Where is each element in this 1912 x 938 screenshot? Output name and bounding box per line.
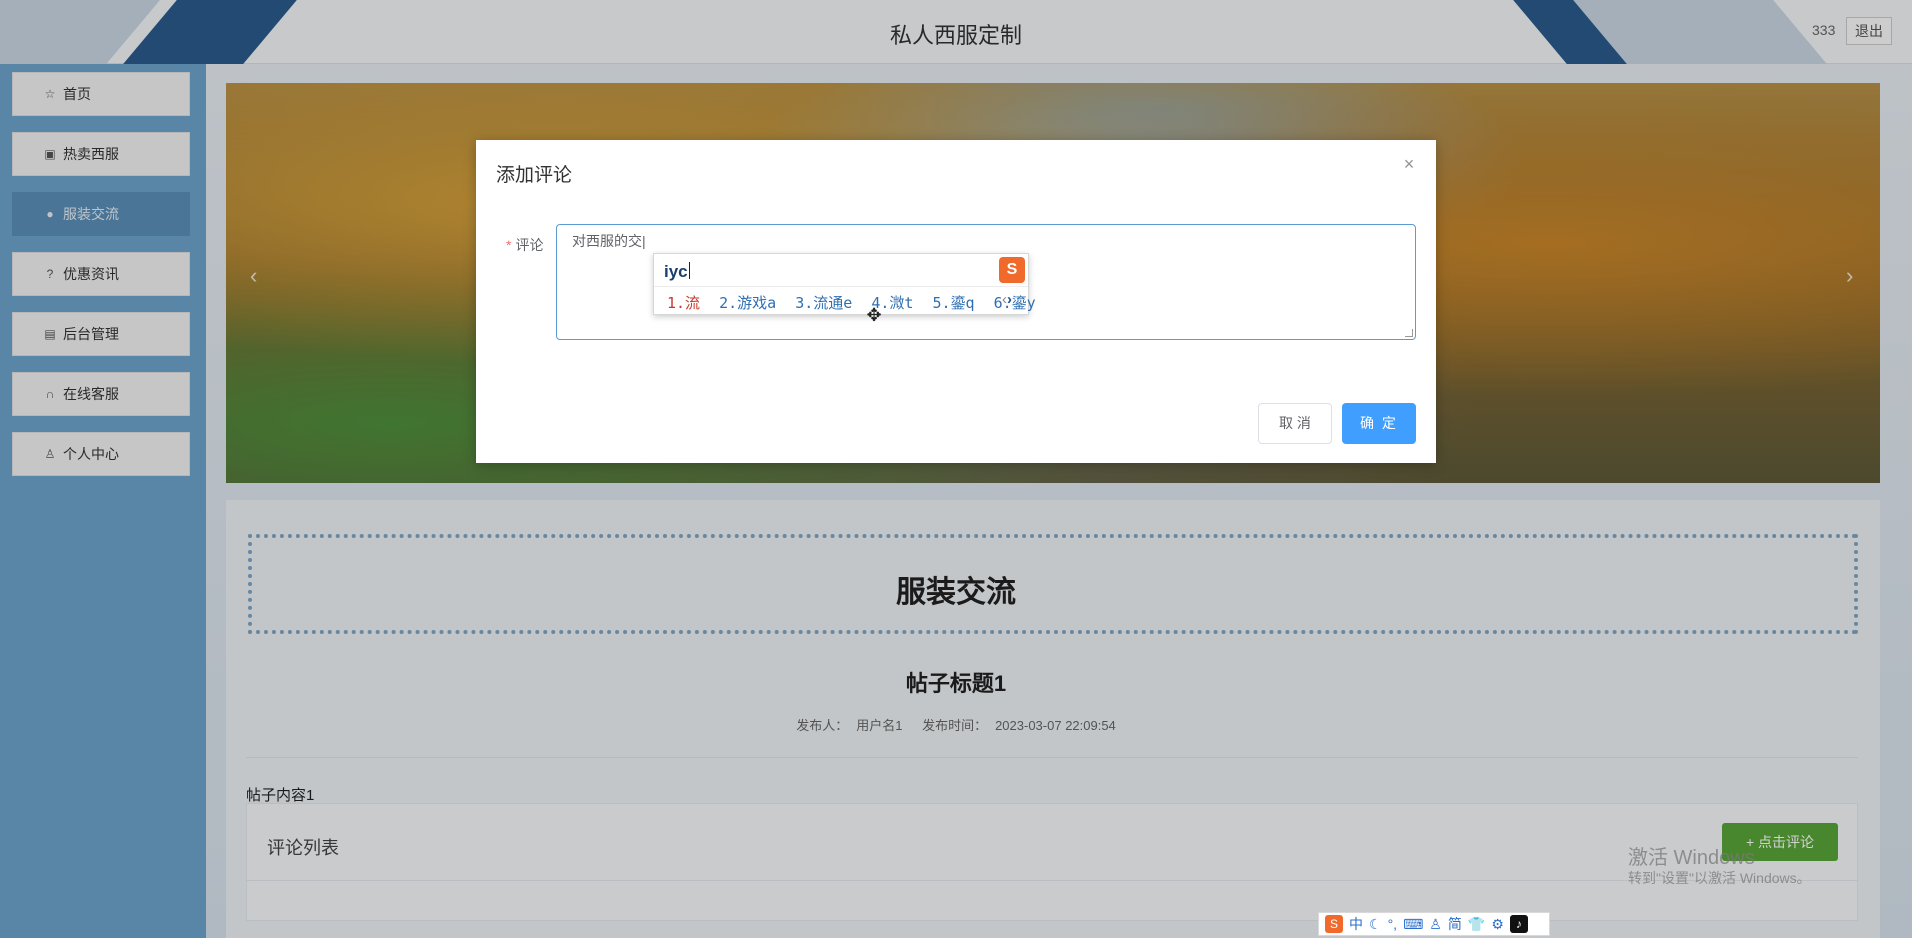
ime-candidate-list: 1.流 2.游戏a 3.流通e 4.溦t 5.鎏q 6.鎏y (667, 292, 1046, 313)
simplified-icon[interactable]: 简 (1448, 915, 1462, 933)
gear-icon[interactable]: ⚙ (1491, 915, 1504, 933)
ime-candidate[interactable]: 1.流 (667, 294, 700, 312)
cancel-button[interactable]: 取 消 (1258, 403, 1332, 444)
sogou-logo-icon[interactable]: S (1325, 915, 1343, 933)
confirm-button[interactable]: 确 定 (1342, 403, 1416, 444)
text-caret (688, 262, 690, 279)
ime-candidate[interactable]: 6.鎏y (994, 294, 1036, 312)
user-icon[interactable]: ♙ (1429, 915, 1442, 933)
ime-composition: iyc (664, 262, 690, 282)
windows-activation-watermark: 激活 Windows (1628, 847, 1755, 869)
move-cursor-icon: ✥ (866, 305, 882, 325)
ime-candidate[interactable]: 5.鎏q (932, 294, 974, 312)
sogou-logo-icon[interactable]: S (999, 257, 1025, 283)
moon-icon[interactable]: ☾ (1369, 915, 1382, 933)
shirt-icon[interactable]: 👕 (1468, 915, 1485, 933)
ime-status-bar: S 中 ☾ °, ⌨ ♙ 简 👕 ⚙ ♪ (1318, 912, 1550, 936)
ime-candidate[interactable]: 3.流通e (795, 294, 852, 312)
close-icon[interactable]: × (1399, 154, 1419, 174)
chevron-right-icon[interactable]: › (1007, 291, 1012, 308)
comment-field-label: * 评论 (506, 235, 543, 255)
resize-handle[interactable] (1405, 329, 1413, 337)
windows-activation-hint: 转到"设置"以激活 Windows。 (1628, 870, 1811, 886)
ime-candidate-window: iyc S 1.流 2.游戏a 3.流通e 4.溦t 5.鎏q 6.鎏y ‹› (653, 253, 1036, 315)
comment-textarea-value: 对西服的交| (572, 233, 646, 249)
chinese-mode-icon[interactable]: 中 (1349, 915, 1363, 933)
ime-pinyin-text: iyc (664, 262, 688, 281)
dialog-title: 添加评论 (496, 165, 573, 186)
comment-label-text: 评论 (515, 237, 544, 253)
ime-pager: ‹› (1002, 291, 1012, 308)
divider (654, 286, 1028, 287)
punctuation-icon[interactable]: °, (1388, 915, 1398, 933)
required-marker: * (506, 237, 512, 253)
ime-candidate[interactable]: 2.游戏a (719, 294, 776, 312)
keyboard-icon[interactable]: ⌨ (1403, 915, 1423, 933)
tiktok-icon[interactable]: ♪ (1509, 915, 1528, 933)
